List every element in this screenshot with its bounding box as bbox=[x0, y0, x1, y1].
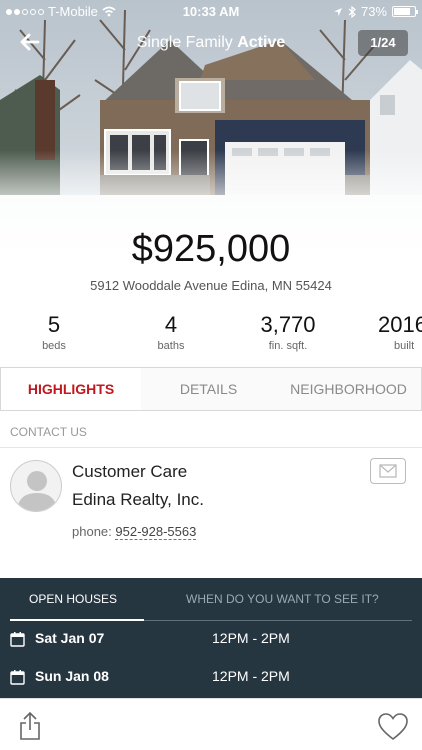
stat-value: 4 bbox=[164, 312, 178, 337]
stat-value: 2016 bbox=[378, 312, 422, 337]
nav-bar: Single Family Active 1/24 bbox=[0, 28, 422, 58]
stat-built: 2016 built bbox=[360, 312, 422, 352]
stat-label: beds bbox=[42, 340, 66, 352]
contact-company: Edina Realty, Inc. bbox=[72, 490, 204, 509]
stat-beds: 5 beds bbox=[9, 312, 99, 352]
bottom-toolbar bbox=[0, 698, 422, 750]
stat-label: fin. sqft. bbox=[268, 340, 308, 352]
open-house-date: Sun Jan 08 bbox=[35, 668, 109, 684]
battery-icon bbox=[392, 6, 418, 17]
active-tab-indicator bbox=[10, 619, 144, 621]
location-icon bbox=[333, 7, 342, 16]
open-house-date: Sat Jan 07 bbox=[35, 630, 105, 646]
tab-open-houses[interactable]: OPEN HOUSES bbox=[29, 578, 117, 620]
tab-highlights[interactable]: HIGHLIGHTS bbox=[1, 368, 141, 410]
stat-sqft: 3,770 fin. sqft. bbox=[243, 312, 333, 352]
contact-name: Customer Care bbox=[72, 462, 188, 481]
open-house-row[interactable]: Sun Jan 08 12PM - 2PM bbox=[0, 660, 422, 696]
photo-counter[interactable]: 1/24 bbox=[358, 30, 408, 56]
tab-details[interactable]: DETAILS bbox=[141, 368, 276, 410]
calendar-icon bbox=[10, 632, 25, 647]
favorite-button[interactable] bbox=[378, 713, 408, 741]
open-house-row[interactable]: Sat Jan 07 12PM - 2PM bbox=[0, 622, 422, 658]
contact-card: Customer Care Edina Realty, Inc. phone: … bbox=[0, 447, 422, 565]
phone-number-link[interactable]: 952-928-5563 bbox=[115, 524, 197, 540]
tab-schedule-showing[interactable]: WHEN DO YOU WANT TO SEE IT? bbox=[186, 578, 379, 620]
mail-icon bbox=[379, 464, 397, 478]
battery-percent: 73% bbox=[360, 4, 387, 19]
stat-label: built bbox=[394, 340, 415, 352]
detail-tabs: HIGHLIGHTS DETAILS NEIGHBORHOOD bbox=[0, 367, 422, 411]
stat-baths: 4 baths bbox=[126, 312, 216, 352]
open-house-time: 12PM - 2PM bbox=[212, 630, 290, 646]
share-icon bbox=[20, 711, 40, 740]
contact-section-label: CONTACT US bbox=[10, 425, 87, 439]
status-right: 73% bbox=[333, 4, 418, 19]
stat-value: 3,770 bbox=[260, 312, 316, 337]
stat-value: 5 bbox=[47, 312, 61, 337]
share-button[interactable] bbox=[18, 711, 42, 741]
open-house-time: 12PM - 2PM bbox=[212, 668, 290, 684]
property-stats: 5 beds 4 baths 3,770 fin. sqft. 2016 bui… bbox=[0, 312, 422, 356]
listing-price: $925,000 bbox=[131, 228, 291, 270]
listing-status: Active bbox=[237, 34, 286, 51]
avatar-icon bbox=[17, 471, 57, 511]
phone-label: phone: bbox=[72, 524, 112, 539]
avatar bbox=[10, 460, 62, 512]
contact-phone: phone: 952-928-5563 bbox=[72, 524, 197, 540]
open-houses-panel: OPEN HOUSES WHEN DO YOU WANT TO SEE IT? … bbox=[0, 578, 422, 698]
heart-icon bbox=[378, 713, 408, 741]
tab-neighborhood[interactable]: NEIGHBORHOOD bbox=[276, 368, 421, 410]
bluetooth-icon bbox=[348, 5, 356, 18]
listing-address: 5912 Wooddale Avenue Edina, MN 55424 bbox=[90, 278, 332, 293]
email-button[interactable] bbox=[370, 458, 406, 484]
stat-label: baths bbox=[157, 340, 185, 352]
property-type: Single Family bbox=[136, 34, 233, 51]
status-bar: T-Mobile 10:33 AM 73% bbox=[0, 0, 422, 22]
calendar-icon bbox=[10, 670, 25, 685]
